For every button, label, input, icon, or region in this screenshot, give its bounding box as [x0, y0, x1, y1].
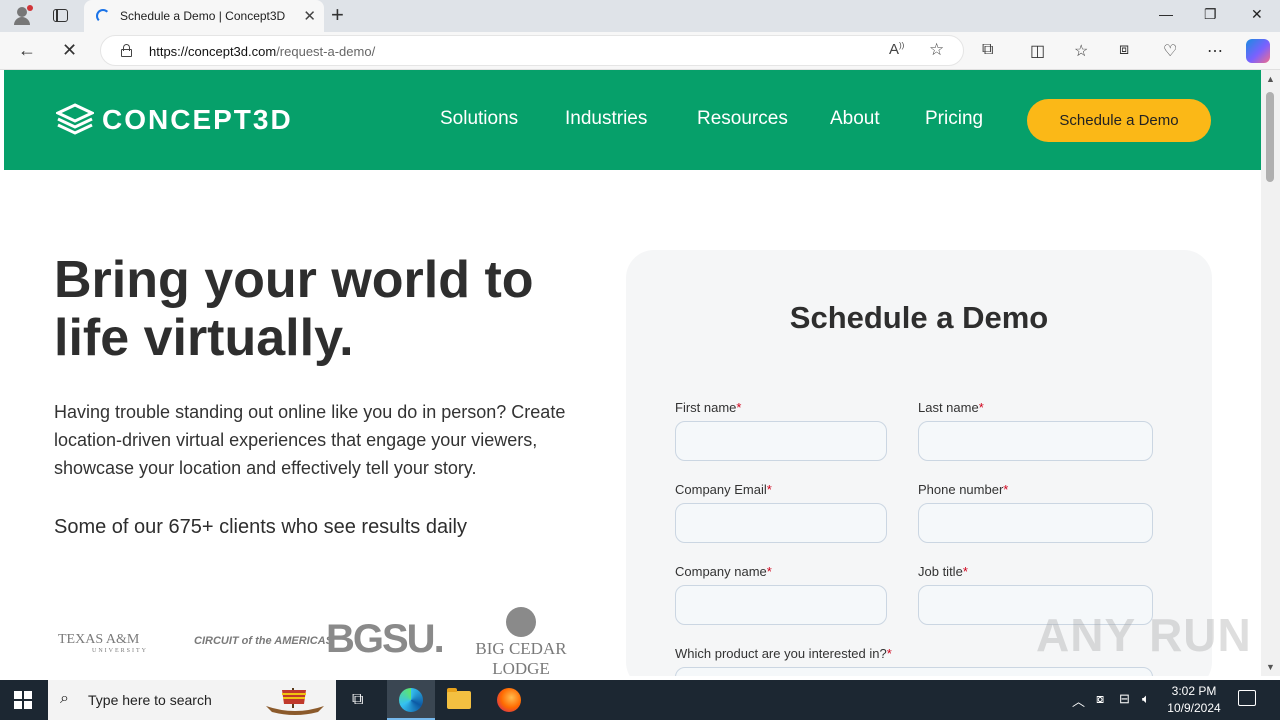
phone-number-input[interactable] [918, 503, 1153, 543]
favorite-star-icon[interactable]: ☆ [929, 40, 944, 60]
address-bar[interactable]: https://concept3d.com/request-a-demo/ A)… [100, 35, 964, 66]
bgsu-logo: BGSU. [326, 617, 445, 661]
windows-start-icon[interactable] [14, 691, 32, 709]
hero-title: Bring your world to life virtually. [54, 251, 534, 367]
favorites-icon[interactable]: ☆ [1074, 41, 1088, 61]
form-title: Schedule a Demo [789, 300, 1049, 335]
profile-icon[interactable] [12, 5, 33, 26]
nav-pricing[interactable]: Pricing [925, 108, 983, 130]
web-page: CONCEPT3D Solutions Industries Resources… [4, 70, 1261, 676]
big-cedar-lodge-logo: BIG CEDAR LODGE [466, 607, 576, 676]
taskbar-search-box[interactable]: ⌕ Type here to search [48, 680, 336, 720]
company-email-label: Company Email* [675, 482, 772, 497]
company-name-input[interactable] [675, 585, 887, 625]
site-logo-text[interactable]: CONCEPT3D [102, 104, 293, 136]
task-view-icon[interactable]: ⧉ [352, 691, 363, 709]
volume-icon[interactable]: 🔈︎ [1142, 691, 1150, 707]
restore-button[interactable]: ❐ [1204, 6, 1217, 23]
taskbar-firefox-app[interactable] [485, 680, 533, 720]
site-header: CONCEPT3D Solutions Industries Resources… [4, 70, 1261, 170]
minimize-button[interactable]: — [1159, 6, 1173, 22]
browser-toolbar: ← ✕ https://concept3d.com/request-a-demo… [0, 32, 1280, 70]
nav-solutions[interactable]: Solutions [440, 108, 518, 130]
first-name-input[interactable] [675, 421, 887, 461]
browser-essentials-icon[interactable]: ♡ [1163, 41, 1177, 61]
schedule-demo-button[interactable]: Schedule a Demo [1027, 99, 1211, 142]
job-title-label: Job title* [918, 564, 968, 579]
scrollbar-thumb[interactable] [1266, 92, 1274, 182]
texas-am-logo: TEXAS A&M UNIVERSITY [58, 632, 148, 654]
scroll-down-arrow-icon[interactable]: ▼ [1266, 662, 1275, 672]
back-arrow-icon[interactable]: ← [18, 40, 36, 61]
network-device-icon[interactable]: ⧇ [1096, 691, 1104, 707]
folder-icon [447, 688, 471, 709]
taskbar-edge-app[interactable] [387, 680, 435, 720]
last-name-label: Last name* [918, 400, 984, 415]
network-icon[interactable]: ⊟ [1119, 691, 1130, 707]
tab-actions-icon[interactable] [51, 6, 71, 26]
more-menu-icon[interactable]: ⋯ [1207, 41, 1223, 61]
nav-about[interactable]: About [830, 108, 880, 130]
notifications-icon[interactable] [1238, 690, 1256, 706]
firefox-icon [497, 688, 521, 712]
edge-icon [399, 688, 423, 712]
stop-loading-icon[interactable]: ✕ [62, 40, 77, 61]
tab-close-button[interactable]: ✕ [303, 7, 316, 25]
collections-icon[interactable]: ⧈ [1119, 41, 1129, 59]
show-hidden-icons-icon[interactable]: ︿ [1072, 691, 1085, 710]
concept3d-logo-icon[interactable] [56, 103, 94, 135]
hero-description: Having trouble standing out online like … [54, 402, 566, 478]
circuit-of-the-americas-logo: CIRCUIT of the AMERICAS [194, 635, 333, 647]
tab-title: Schedule a Demo | Concept3D [120, 9, 286, 23]
copilot-icon[interactable] [1246, 39, 1270, 63]
product-interest-label: Which product are you interested in?* [675, 646, 892, 661]
clients-heading: Some of our 675+ clients who see results… [54, 516, 467, 538]
split-screen-icon[interactable]: ◫ [1030, 41, 1045, 61]
new-tab-button[interactable]: + [331, 4, 344, 26]
anyrun-watermark: ANY RUN [1036, 609, 1252, 661]
lodge-seal-icon [506, 607, 536, 637]
lock-icon[interactable] [121, 44, 132, 57]
taskbar-file-explorer-app[interactable] [435, 680, 483, 720]
taskbar-clock[interactable]: 3:02 PM 10/9/2024 [1164, 683, 1224, 717]
nav-industries[interactable]: Industries [565, 108, 647, 130]
search-placeholder: Type here to search [88, 692, 212, 708]
product-interest-select[interactable] [675, 667, 1153, 676]
nav-resources[interactable]: Resources [697, 108, 788, 130]
close-window-button[interactable]: ✕ [1251, 6, 1263, 23]
scroll-up-arrow-icon[interactable]: ▲ [1266, 74, 1275, 84]
first-name-label: First name* [675, 400, 742, 415]
browser-tab-bar: Schedule a Demo | Concept3D ✕ + — ❐ ✕ [0, 0, 1280, 32]
search-icon: ⌕ [60, 690, 69, 707]
company-email-input[interactable] [675, 503, 887, 543]
read-aloud-icon[interactable]: A)) [889, 41, 904, 58]
windows-taskbar: ⌕ Type here to search ⧉ ︿ ⧇ ⊟ 🔈︎ 3:02 PM… [0, 680, 1280, 720]
company-name-label: Company name* [675, 564, 772, 579]
page-scrollbar[interactable]: ▲ ▼ [1261, 70, 1280, 676]
last-name-input[interactable] [918, 421, 1153, 461]
extensions-icon[interactable]: ⧉ [982, 41, 993, 59]
url-text: https://concept3d.com/request-a-demo/ [149, 44, 376, 59]
phone-number-label: Phone number* [918, 482, 1009, 497]
viking-ship-icon [266, 688, 324, 715]
loading-spinner-icon [96, 9, 110, 23]
browser-tab-active[interactable]: Schedule a Demo | Concept3D ✕ [84, 0, 324, 32]
